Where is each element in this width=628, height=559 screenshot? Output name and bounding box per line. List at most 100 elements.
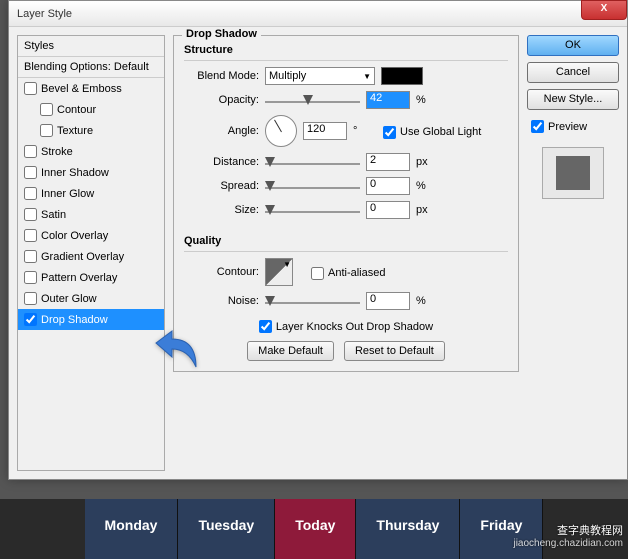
style-item[interactable]: Contour (18, 99, 164, 120)
distance-slider[interactable] (265, 155, 360, 169)
titlebar[interactable]: Layer Style X (9, 1, 627, 27)
style-checkbox[interactable] (40, 103, 53, 116)
watermark-main: 查字典教程网 (513, 522, 623, 538)
right-buttons: OK Cancel New Style... Preview (527, 35, 619, 471)
main-panel: Drop Shadow Structure Blend Mode: Multip… (173, 35, 519, 471)
angle-label: Angle: (184, 125, 259, 137)
style-label: Pattern Overlay (41, 272, 117, 284)
size-unit: px (416, 204, 436, 216)
structure-heading: Structure (184, 44, 508, 56)
style-label: Gradient Overlay (41, 251, 124, 263)
style-checkbox[interactable] (24, 208, 37, 221)
preview-swatch (542, 147, 604, 199)
style-checkbox[interactable] (24, 250, 37, 263)
spread-slider[interactable] (265, 179, 360, 193)
watermark: 查字典教程网 jiaocheng.chazidian.com (513, 522, 623, 549)
styles-header[interactable]: Styles (18, 36, 164, 57)
style-item[interactable]: Bevel & Emboss (18, 78, 164, 99)
style-checkbox[interactable] (24, 82, 37, 95)
blending-options[interactable]: Blending Options: Default (18, 57, 164, 78)
global-light-checkbox[interactable] (383, 126, 396, 139)
style-checkbox[interactable] (24, 292, 37, 305)
style-item[interactable]: Color Overlay (18, 225, 164, 246)
style-item[interactable]: Inner Shadow (18, 162, 164, 183)
size-label: Size: (184, 204, 259, 216)
layer-style-dialog: Layer Style X Styles Blending Options: D… (8, 0, 628, 480)
dialog-title: Layer Style (17, 8, 72, 20)
style-item[interactable]: Outer Glow (18, 288, 164, 309)
style-label: Texture (57, 125, 93, 137)
watermark-sub: jiaocheng.chazidian.com (513, 538, 623, 549)
style-checkbox[interactable] (24, 313, 37, 326)
anti-aliased-checkbox[interactable] (311, 267, 324, 280)
blend-mode-dropdown[interactable]: Multiply ▼ (265, 67, 375, 85)
opacity-input[interactable]: 42 (366, 91, 410, 109)
style-item[interactable]: Inner Glow (18, 183, 164, 204)
style-checkbox[interactable] (24, 271, 37, 284)
spread-unit: % (416, 180, 436, 192)
style-item[interactable]: Pattern Overlay (18, 267, 164, 288)
noise-label: Noise: (184, 295, 259, 307)
contour-label: Contour: (184, 266, 259, 278)
make-default-button[interactable]: Make Default (247, 341, 334, 361)
ok-button[interactable]: OK (527, 35, 619, 56)
preview-label: Preview (548, 121, 587, 133)
style-item[interactable]: Drop Shadow (18, 309, 164, 330)
blend-mode-value: Multiply (269, 70, 306, 82)
style-checkbox[interactable] (24, 166, 37, 179)
reset-default-button[interactable]: Reset to Default (344, 341, 445, 361)
knocks-out-checkbox[interactable] (259, 320, 272, 333)
tab-today[interactable]: Today (275, 499, 356, 559)
chevron-down-icon: ▼ (282, 259, 292, 285)
opacity-label: Opacity: (184, 94, 259, 106)
angle-dial[interactable] (265, 115, 297, 147)
angle-unit: ° (353, 125, 373, 137)
style-checkbox[interactable] (24, 145, 37, 158)
callout-arrow-icon (148, 315, 208, 375)
styles-panel: Styles Blending Options: Default Bevel &… (17, 35, 165, 471)
distance-label: Distance: (184, 156, 259, 168)
distance-input[interactable]: 2 (366, 153, 410, 171)
noise-input[interactable]: 0 (366, 292, 410, 310)
tab-tuesday[interactable]: Tuesday (178, 499, 275, 559)
anti-aliased-check[interactable]: Anti-aliased (307, 265, 389, 282)
preview-checkbox[interactable] (531, 120, 544, 133)
opacity-slider[interactable] (265, 93, 360, 107)
tab-monday[interactable]: Monday (85, 499, 179, 559)
style-item[interactable]: Texture (18, 120, 164, 141)
fieldset-title: Drop Shadow (182, 28, 261, 40)
style-label: Drop Shadow (41, 314, 108, 326)
preview-check[interactable]: Preview (527, 118, 619, 135)
noise-unit: % (416, 295, 436, 307)
style-item[interactable]: Gradient Overlay (18, 246, 164, 267)
knocks-out-check[interactable]: Layer Knocks Out Drop Shadow (255, 318, 437, 335)
new-style-button[interactable]: New Style... (527, 89, 619, 110)
distance-unit: px (416, 156, 436, 168)
style-label: Color Overlay (41, 230, 108, 242)
opacity-unit: % (416, 94, 436, 106)
style-checkbox[interactable] (24, 187, 37, 200)
tab-thursday[interactable]: Thursday (356, 499, 460, 559)
style-label: Stroke (41, 146, 73, 158)
close-button[interactable]: X (581, 0, 627, 20)
style-label: Inner Shadow (41, 167, 109, 179)
style-checkbox[interactable] (24, 229, 37, 242)
style-item[interactable]: Stroke (18, 141, 164, 162)
spread-input[interactable]: 0 (366, 177, 410, 195)
cancel-button[interactable]: Cancel (527, 62, 619, 83)
size-slider[interactable] (265, 203, 360, 217)
knocks-out-label: Layer Knocks Out Drop Shadow (276, 321, 433, 333)
global-light-check[interactable]: Use Global Light (379, 124, 485, 141)
size-input[interactable]: 0 (366, 201, 410, 219)
style-label: Satin (41, 209, 66, 221)
style-label: Inner Glow (41, 188, 94, 200)
color-swatch[interactable] (381, 67, 423, 85)
contour-picker[interactable]: ▼ (265, 258, 293, 286)
style-checkbox[interactable] (40, 124, 53, 137)
chevron-down-icon: ▼ (363, 72, 371, 81)
angle-input[interactable]: 120 (303, 122, 347, 140)
noise-slider[interactable] (265, 294, 360, 308)
spread-label: Spread: (184, 180, 259, 192)
anti-aliased-label: Anti-aliased (328, 267, 385, 279)
style-item[interactable]: Satin (18, 204, 164, 225)
